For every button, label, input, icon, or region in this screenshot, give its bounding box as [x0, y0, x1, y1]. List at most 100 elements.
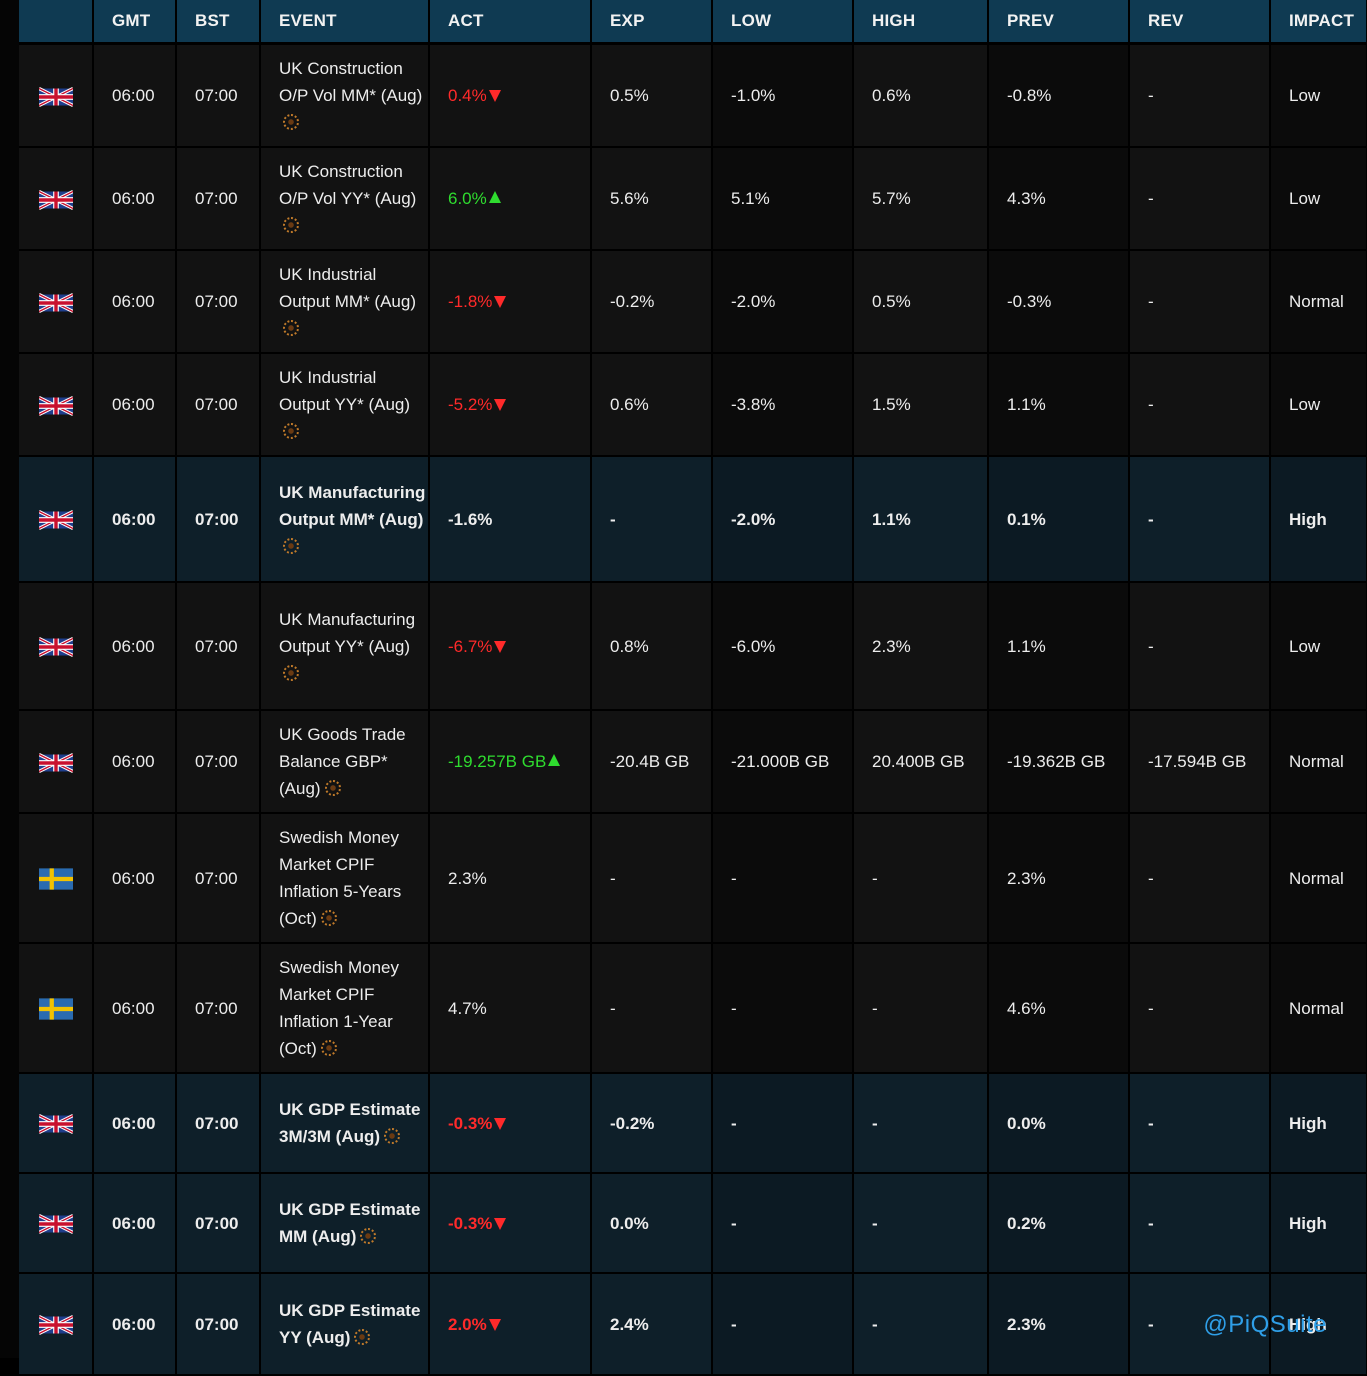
table-row[interactable]: 06:00 07:00 UK Industrial Output YY* (Aug)… [19, 353, 1367, 457]
event-name[interactable]: UK Construction O/P Vol MM* (Aug) [279, 59, 422, 105]
event-cell[interactable]: Swedish Money Market CPIF Inflation 5-Ye… [260, 813, 430, 944]
rev-cell: - [1129, 582, 1271, 711]
column-header-bst[interactable]: BST [176, 0, 261, 45]
column-header-gmt[interactable]: GMT [93, 0, 177, 45]
event-name[interactable]: Swedish Money Market CPIF Inflation 5-Ye… [279, 828, 401, 928]
exp-cell: - [591, 456, 713, 583]
event-name[interactable]: UK GDP Estimate YY (Aug) [279, 1301, 420, 1347]
act-value: 0.4% [448, 86, 487, 105]
column-header-high[interactable]: HIGH [853, 0, 989, 45]
act-value: -19.257B GB [448, 752, 547, 771]
act-cell: 2.3% [429, 813, 592, 944]
header-row: GMT BST EVENT ACT EXP LOW HIGH PREV REV … [19, 0, 1367, 45]
high-cell: 1.5% [853, 353, 989, 457]
table-row[interactable]: 06:00 07:00 UK Construction O/P Vol MM* (A… [19, 43, 1367, 148]
event-cell[interactable]: UK Industrial Output MM* (Aug) [260, 250, 430, 354]
event-cell[interactable]: UK Construction O/P Vol MM* (Aug) [260, 43, 430, 148]
column-header-act[interactable]: ACT [429, 0, 592, 45]
prev-cell: 0.1% [988, 456, 1130, 583]
exp-cell: 2.4% [591, 1273, 713, 1376]
event-name[interactable]: UK Goods Trade Balance GBP* (Aug) [279, 725, 406, 798]
spark-icon[interactable] [283, 423, 299, 439]
column-header-low[interactable]: LOW [712, 0, 854, 45]
exp-cell: 0.8% [591, 582, 713, 711]
spark-icon[interactable] [283, 217, 299, 233]
event-name[interactable]: UK Construction O/P Vol YY* (Aug) [279, 162, 416, 208]
impact-cell: High [1270, 1073, 1367, 1174]
event-cell[interactable]: UK Construction O/P Vol YY* (Aug) [260, 147, 430, 251]
spark-icon[interactable] [384, 1128, 401, 1144]
uk-flag-icon [38, 636, 73, 658]
sweden-flag-icon [38, 868, 73, 890]
bst-cell: 07:00 [176, 582, 261, 711]
event-cell[interactable]: UK Manufacturing Output MM* (Aug) [260, 456, 430, 583]
spark-icon[interactable] [320, 910, 337, 926]
spark-icon[interactable] [320, 1040, 337, 1056]
table-row[interactable]: 06:00 07:00 UK Industrial Output MM* (Aug)… [19, 250, 1367, 354]
event-cell[interactable]: UK GDP Estimate 3M/3M (Aug) [260, 1073, 430, 1174]
act-cell: -0.3% [429, 1173, 592, 1274]
column-header-impact[interactable]: IMPACT [1270, 0, 1367, 45]
table-row[interactable]: 06:00 07:00 Swedish Money Market CPIF Infl… [19, 813, 1367, 944]
spark-icon[interactable] [283, 114, 299, 130]
column-header-rev[interactable]: REV [1129, 0, 1271, 45]
column-header-prev[interactable]: PREV [988, 0, 1130, 45]
event-cell[interactable]: UK Goods Trade Balance GBP* (Aug) [260, 710, 430, 814]
spark-icon[interactable] [283, 664, 299, 681]
down-arrow-icon [494, 399, 507, 411]
event-name[interactable]: UK GDP Estimate MM (Aug) [279, 1200, 420, 1246]
down-arrow-icon [494, 1217, 507, 1230]
event-cell[interactable]: UK GDP Estimate MM (Aug) [260, 1173, 430, 1274]
act-cell: 6.0% [429, 147, 592, 251]
event-name[interactable]: UK Manufacturing Output YY* (Aug) [279, 610, 415, 656]
low-cell: -1.0% [712, 43, 854, 148]
down-arrow-icon [494, 1117, 507, 1130]
gmt-cell: 06:00 [93, 1173, 177, 1274]
event-name[interactable]: UK Industrial Output MM* (Aug) [279, 265, 416, 311]
prev-cell: 2.3% [988, 1273, 1130, 1376]
high-cell: - [853, 1173, 989, 1274]
up-arrow-icon [488, 191, 501, 203]
spark-icon[interactable] [324, 780, 341, 796]
spark-icon[interactable] [354, 1329, 371, 1345]
table-row[interactable]: 06:00 07:00 Swedish Money Market CPIF Infl… [19, 943, 1367, 1074]
impact-cell: Low [1270, 353, 1367, 457]
event-name[interactable]: Swedish Money Market CPIF Inflation 1-Ye… [279, 958, 399, 1058]
act-cell: -19.257B GB [429, 710, 592, 814]
event-cell[interactable]: UK Industrial Output YY* (Aug) [260, 353, 430, 457]
table-row[interactable]: 06:00 07:00 UK GDP Estimate YY (Aug) 2.0% 2.… [19, 1273, 1367, 1376]
sweden-flag-icon [38, 998, 73, 1020]
table-row[interactable]: 06:00 07:00 UK GDP Estimate 3M/3M (Aug) -0.… [19, 1073, 1367, 1174]
exp-cell: 0.0% [591, 1173, 713, 1274]
act-value: 2.3% [448, 868, 487, 888]
event-cell[interactable]: UK Manufacturing Output YY* (Aug) [260, 582, 430, 711]
spark-icon[interactable] [283, 537, 299, 554]
uk-flag-icon [38, 752, 73, 773]
event-name[interactable]: UK Industrial Output YY* (Aug) [279, 368, 410, 414]
table-row[interactable]: 06:00 07:00 UK Manufacturing Output YY* (A… [19, 582, 1367, 711]
left-edge [0, 0, 19, 1358]
table-row[interactable]: 06:00 07:00 UK Manufacturing Output MM* (A… [19, 456, 1367, 583]
spark-icon[interactable] [283, 320, 299, 336]
uk-flag-icon [38, 1113, 73, 1135]
prev-cell: 0.2% [988, 1173, 1130, 1274]
column-header-event[interactable]: EVENT [260, 0, 430, 45]
table-row[interactable]: 06:00 07:00 UK GDP Estimate MM (Aug) -0.3% 0… [19, 1173, 1367, 1274]
gmt-cell: 06:00 [93, 147, 177, 251]
table-row[interactable]: 06:00 07:00 UK Construction O/P Vol YY* (A… [19, 147, 1367, 251]
column-header-exp[interactable]: EXP [591, 0, 713, 45]
act-value: 4.7% [448, 998, 487, 1018]
act-cell: -1.6% [429, 456, 592, 583]
high-cell: - [853, 943, 989, 1074]
table-row[interactable]: 06:00 07:00 UK Goods Trade Balance GBP* (A… [19, 710, 1367, 814]
event-cell[interactable]: Swedish Money Market CPIF Inflation 1-Ye… [260, 943, 430, 1074]
rev-cell: - [1129, 43, 1271, 148]
exp-cell: 0.5% [591, 43, 713, 148]
bst-cell: 07:00 [176, 813, 261, 944]
event-name[interactable]: UK Manufacturing Output MM* (Aug) [279, 483, 425, 529]
event-cell[interactable]: UK GDP Estimate YY (Aug) [260, 1273, 430, 1376]
act-value: -0.3% [448, 1113, 493, 1133]
spark-icon[interactable] [360, 1228, 377, 1244]
low-cell: - [712, 1273, 854, 1376]
down-arrow-icon [488, 90, 501, 102]
